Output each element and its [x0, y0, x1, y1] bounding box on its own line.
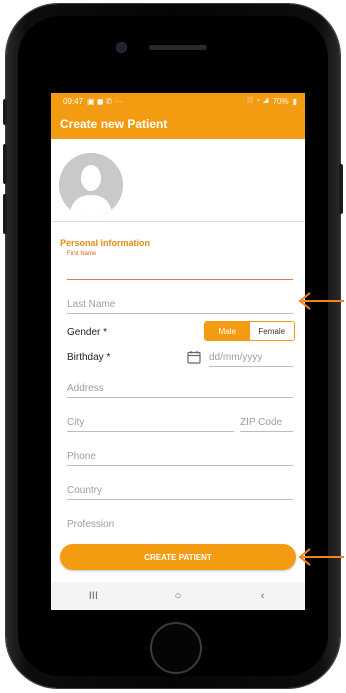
first-name-label: First Name: [67, 251, 97, 257]
app-bar: Create new Patient: [51, 109, 305, 139]
signal-icons: ⛆ ◔ ◢: [246, 96, 269, 105]
create-patient-button[interactable]: CREATE PATIENT: [60, 544, 296, 570]
mute-switch: [3, 194, 7, 234]
patient-photo[interactable]: [59, 153, 123, 217]
volume-down-button: [3, 144, 7, 184]
gender-option-female[interactable]: Female: [249, 322, 294, 340]
city-input[interactable]: [67, 414, 234, 432]
power-button: [339, 164, 343, 214]
address-input[interactable]: [67, 380, 293, 398]
page-title: Create new Patient: [60, 117, 168, 131]
gender-toggle: Male Female: [204, 321, 295, 341]
home-button[interactable]: [150, 622, 202, 674]
volume-up-button: [3, 99, 7, 125]
earpiece-speaker: [149, 45, 207, 50]
battery-icon: ▮: [292, 96, 297, 106]
phone-input[interactable]: [67, 448, 293, 466]
front-camera: [117, 43, 126, 52]
country-input[interactable]: [67, 482, 293, 500]
birthday-label: Birthday *: [67, 352, 111, 363]
calendar-icon[interactable]: [187, 350, 201, 364]
gender-option-male[interactable]: Male: [205, 322, 250, 340]
section-title: Personal information: [60, 238, 151, 248]
birthday-input[interactable]: [209, 349, 293, 367]
status-time: 09:47: [63, 96, 84, 106]
arrow-left-icon: [298, 548, 344, 566]
gender-label: Gender *: [67, 327, 108, 338]
person-silhouette-icon: [59, 153, 123, 217]
zip-code-input[interactable]: [240, 414, 293, 432]
profession-input[interactable]: [67, 516, 293, 534]
first-name-input[interactable]: [67, 258, 293, 280]
recents-icon[interactable]: III: [73, 590, 113, 602]
avatar-divider: [51, 221, 305, 222]
status-bar: 09:47 ▣ ◼ ✆ ··· ⛆ ◔ ◢ 70% ▮: [51, 93, 305, 109]
app-screen: 09:47 ▣ ◼ ✆ ··· ⛆ ◔ ◢ 70% ▮ Create new P…: [51, 93, 305, 610]
android-nav-bar: III ○ ‹: [51, 582, 305, 610]
back-icon[interactable]: ‹: [243, 590, 283, 602]
battery-level: 70%: [272, 96, 289, 106]
home-icon[interactable]: ○: [158, 590, 198, 602]
last-name-input[interactable]: [67, 296, 293, 314]
arrow-left-icon: [298, 292, 344, 310]
notification-icons: ▣ ◼ ✆ ···: [87, 96, 123, 106]
